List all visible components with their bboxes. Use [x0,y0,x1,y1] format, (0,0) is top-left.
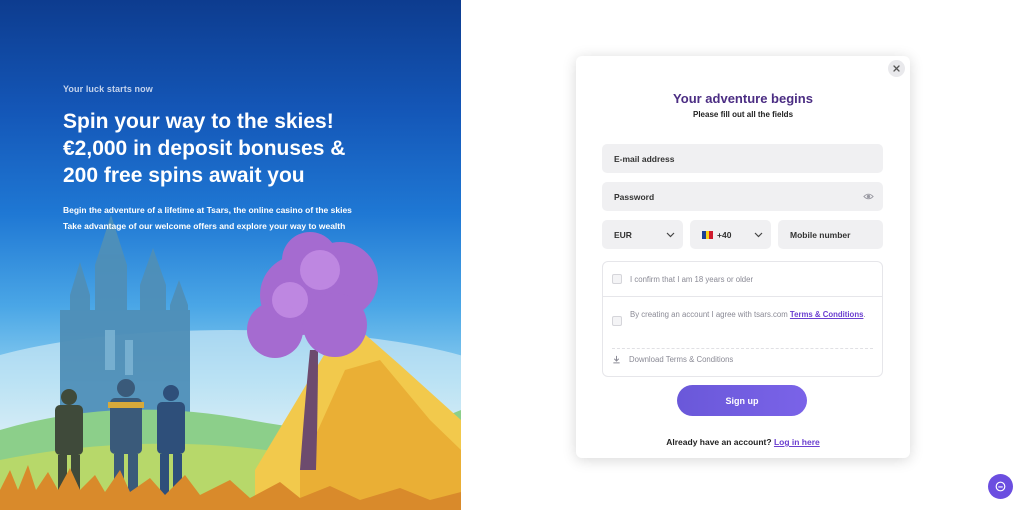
divider [612,348,873,349]
password-label: Password [614,191,655,202]
terms-suffix: . [863,310,866,319]
terms-checkbox[interactable] [612,316,622,326]
phone-code-select[interactable]: +40 [690,220,771,249]
password-field[interactable]: Password [602,182,883,211]
download-terms-label: Download Terms & Conditions [629,355,734,364]
eye-icon[interactable] [863,191,874,202]
hero-title-line-3: 200 free spins await you [63,164,305,187]
email-label: E-mail address [614,153,675,164]
hero-text-block: Your luck starts now Spin your way to th… [63,84,453,234]
form-subtitle: Please fill out all the fields [692,110,794,119]
hero-title-line-1: Spin your way to the skies! [63,110,334,133]
form-title: Your adventure begins [673,91,813,106]
terms-agree-text: By creating an account I agree with tsar… [630,308,870,321]
chevron-down-icon [754,232,763,237]
login-prompt: Already have an account? [666,437,772,447]
chat-icon [995,481,1006,492]
terms-link[interactable]: Terms & Conditions [790,310,864,319]
hero-desc-line-1: Begin the adventure of a lifetime at Tsa… [63,205,352,215]
mobile-number-field[interactable]: Mobile number [778,220,883,249]
hero-panel: Your luck starts now Spin your way to th… [0,0,461,510]
signup-button[interactable]: Sign up [677,385,807,416]
hero-illustration [0,215,461,510]
hero-kicker: Your luck starts now [63,84,153,94]
email-field[interactable]: E-mail address [602,144,883,173]
phone-code-value: +40 [717,229,732,240]
romania-flag-icon [702,231,714,240]
close-button[interactable] [888,60,905,77]
hero-desc-line-2: Take advantage of our welcome offers and… [63,221,346,231]
age-confirm-row: I confirm that I am 18 years or older [603,262,882,297]
login-link[interactable]: Log in here [774,437,820,447]
close-icon [893,65,900,72]
hero-title: Spin your way to the skies! €2,000 in de… [63,108,453,189]
download-terms-link[interactable]: Download Terms & Conditions [612,355,733,364]
hero-title-line-2: €2,000 in deposit bonuses & [63,137,346,160]
chevron-down-icon [666,232,675,237]
phone-code-group: +40 [702,230,731,240]
currency-select[interactable]: EUR [602,220,683,249]
age-confirm-checkbox[interactable] [612,274,622,284]
age-confirm-text: I confirm that I am 18 years or older [630,275,754,284]
download-icon [613,355,620,364]
terms-prefix: By creating an account I agree with tsar… [630,310,788,319]
currency-value: EUR [614,229,632,240]
login-prompt-line: Already have an account? Log in here [576,437,910,447]
mobile-label: Mobile number [790,229,851,240]
chat-button[interactable] [988,474,1013,499]
signup-card: Your adventure begins Please fill out al… [576,56,910,458]
hero-description: Begin the adventure of a lifetime at Tsa… [63,202,453,234]
terms-box: I confirm that I am 18 years or older By… [602,261,883,377]
